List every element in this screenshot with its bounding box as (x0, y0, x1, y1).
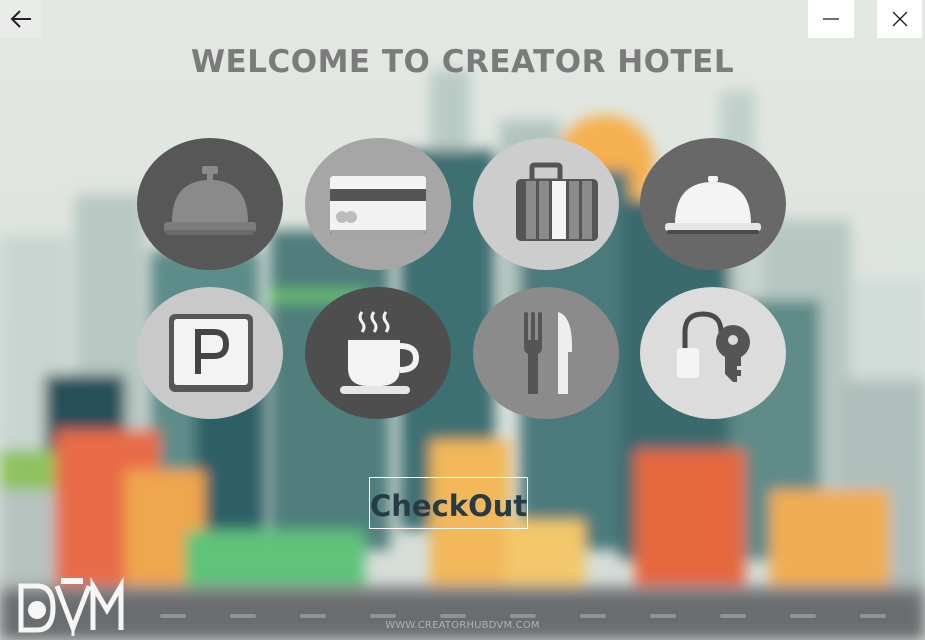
checkout-button[interactable]: CheckOut (369, 477, 528, 529)
room-service-cloche-icon (665, 176, 761, 234)
room-key-icon (677, 310, 750, 382)
arrow-left-icon (10, 10, 31, 28)
page-title: WELCOME TO CREATOR HOTEL (190, 44, 735, 80)
fork-knife-icon (524, 311, 572, 394)
service-bell-button[interactable] (137, 138, 283, 270)
room-service-button[interactable] (640, 138, 786, 270)
credit-card-icon (330, 176, 426, 234)
room-key-button[interactable] (640, 287, 786, 419)
minimize-icon (823, 18, 839, 20)
service-bell-icon (164, 166, 256, 235)
parking-icon (169, 314, 253, 392)
close-icon (892, 11, 907, 27)
luggage-button[interactable] (473, 138, 619, 270)
footer-url: WWW.CREATORHUBDVM.COM (385, 620, 540, 631)
coffee-cup-icon (340, 310, 420, 394)
minimize-button[interactable] (808, 0, 854, 38)
close-button[interactable] (877, 0, 922, 38)
back-button[interactable] (0, 0, 42, 38)
coffee-button[interactable] (305, 287, 451, 419)
parking-button[interactable] (137, 287, 283, 419)
city-skyline-background (0, 0, 925, 640)
restaurant-button[interactable] (473, 287, 619, 419)
credit-card-button[interactable] (305, 138, 451, 270)
luggage-icon (516, 162, 598, 241)
